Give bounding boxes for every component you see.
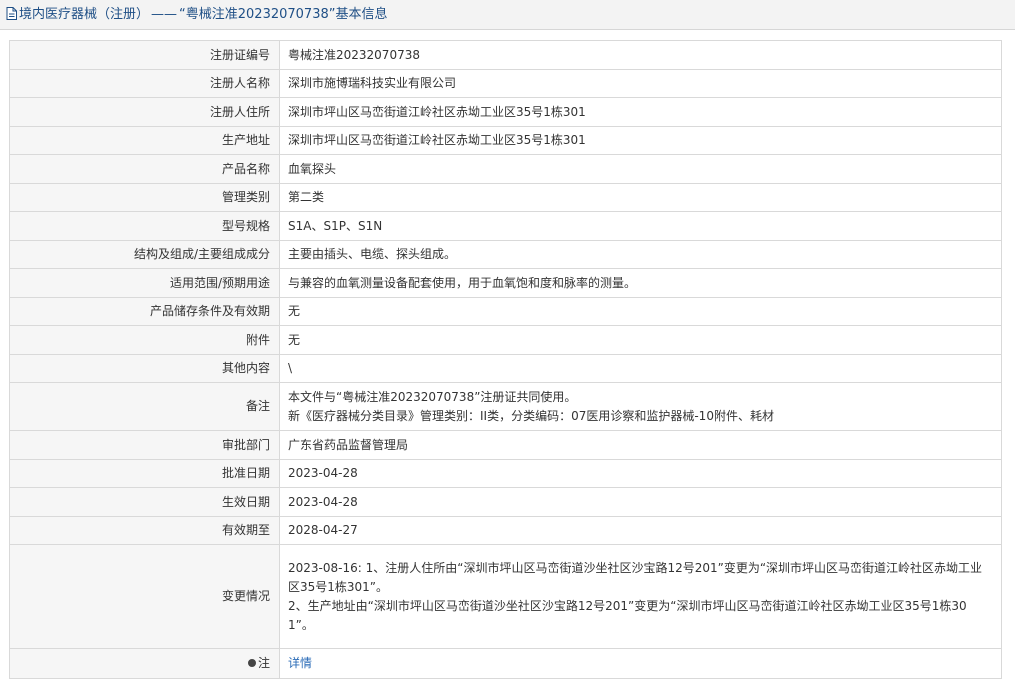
row-label: 其他内容 [9,354,280,383]
changes-line: 2、生产地址由“深圳市坪山区马峦街道沙坐社区沙宝路12号201”变更为“深圳市坪… [288,598,967,613]
row-value: 粤械注准20232070738 [279,40,1002,70]
table-row: 产品名称 血氧探头 [9,154,1002,184]
row-value: 无 [279,325,1002,355]
row-label: 结构及组成/主要组成成分 [9,240,280,269]
table-row: 注 详情 [9,648,1002,679]
table-row: 结构及组成/主要组成成分 主要由插头、电缆、探头组成。 [9,240,1002,269]
row-value: 深圳市坪山区马峦街道江岭社区赤坳工业区35号1栋301 [279,97,1002,127]
page-header: 境内医疗器械（注册） —— “粤械注准20232070738”基本信息 [0,0,1015,30]
header-record-title: “粤械注准20232070738”基本信息 [179,7,388,22]
changes-value: 2023-08-16: 1、注册人住所由“深圳市坪山区马峦街道沙坐社区沙宝路12… [279,544,1002,649]
row-label: 生产地址 [9,126,280,155]
remarks-label: 备注 [9,382,280,431]
row-label: 管理类别 [9,183,280,212]
row-value: S1A、S1P、S1N [279,211,1002,241]
row-label: 批准日期 [9,459,280,488]
header-category: 境内医疗器械（注册） [19,7,150,22]
row-label: 注册人住所 [9,97,280,127]
row-label: 有效期至 [9,516,280,545]
header-separator: —— [151,7,178,22]
row-label: 产品名称 [9,154,280,184]
row-value: 深圳市施博瑞科技实业有限公司 [279,69,1002,98]
table-row: 注册人名称 深圳市施博瑞科技实业有限公司 [9,69,1002,98]
table-row: 型号规格 S1A、S1P、S1N [9,211,1002,241]
row-label: 生效日期 [9,487,280,517]
table-row: 审批部门 广东省药品监督管理局 [9,430,1002,460]
changes-line: 2023-08-16: 1、注册人住所由“深圳市坪山区马峦街道沙坐社区沙宝路12… [288,560,983,575]
table-row: 批准日期 2023-04-28 [9,459,1002,488]
info-table: 注册证编号 粤械注准20232070738 注册人名称 深圳市施博瑞科技实业有限… [9,40,1002,679]
row-value: 主要由插头、电缆、探头组成。 [279,240,1002,269]
row-label: 适用范围/预期用途 [9,268,280,298]
table-row: 附件 无 [9,325,1002,355]
table-row: 产品储存条件及有效期 无 [9,297,1002,326]
row-value: 血氧探头 [279,154,1002,184]
note-value: 详情 [279,648,1002,679]
changes-label: 变更情况 [9,544,280,649]
row-value: 2028-04-27 [279,516,1002,545]
row-value: 2023-04-28 [279,487,1002,517]
table-row: 适用范围/预期用途 与兼容的血氧测量设备配套使用，用于血氧饱和度和脉率的测量。 [9,268,1002,298]
row-label: 注册证编号 [9,40,280,70]
remarks-line: 本文件与“粤械注准20232070738”注册证共同使用。 [288,389,577,404]
table-row: 注册人住所 深圳市坪山区马峦街道江岭社区赤坳工业区35号1栋301 [9,97,1002,127]
row-label: 审批部门 [9,430,280,460]
table-row: 注册证编号 粤械注准20232070738 [9,40,1002,70]
row-value: 无 [279,297,1002,326]
table-row: 备注 本文件与“粤械注准20232070738”注册证共同使用。 新《医疗器械分… [9,382,1002,431]
table-row: 生产地址 深圳市坪山区马峦街道江岭社区赤坳工业区35号1栋301 [9,126,1002,155]
note-label: 注 [257,656,270,670]
changes-line: 区35号1栋301”。 [288,579,389,594]
row-value: 2023-04-28 [279,459,1002,488]
row-label: 注册人名称 [9,69,280,98]
table-row: 管理类别 第二类 [9,183,1002,212]
details-link[interactable]: 详情 [288,656,312,670]
table-row: 生效日期 2023-04-28 [9,487,1002,517]
document-icon [6,7,17,26]
row-label: 型号规格 [9,211,280,241]
row-value: 深圳市坪山区马峦街道江岭社区赤坳工业区35号1栋301 [279,126,1002,155]
remarks-line: 新《医疗器械分类目录》管理类别：II类，分类编码：07医用诊察和监护器械-10附… [288,408,774,423]
remarks-value: 本文件与“粤械注准20232070738”注册证共同使用。 新《医疗器械分类目录… [279,382,1002,431]
table-row: 变更情况 2023-08-16: 1、注册人住所由“深圳市坪山区马峦街道沙坐社区… [9,544,1002,649]
page-title: 境内医疗器械（注册） —— “粤械注准20232070738”基本信息 [6,6,387,24]
row-label: 产品储存条件及有效期 [9,297,280,326]
note-label-cell: 注 [9,648,280,679]
row-value: 与兼容的血氧测量设备配套使用，用于血氧饱和度和脉率的测量。 [279,268,1002,298]
row-value: 广东省药品监督管理局 [279,430,1002,460]
row-value: \ [279,354,1002,383]
changes-line: 1”。 [288,617,314,632]
table-row: 有效期至 2028-04-27 [9,516,1002,545]
row-value: 第二类 [279,183,1002,212]
table-row: 其他内容 \ [9,354,1002,383]
row-label: 附件 [9,325,280,355]
info-dot-icon [247,659,256,667]
